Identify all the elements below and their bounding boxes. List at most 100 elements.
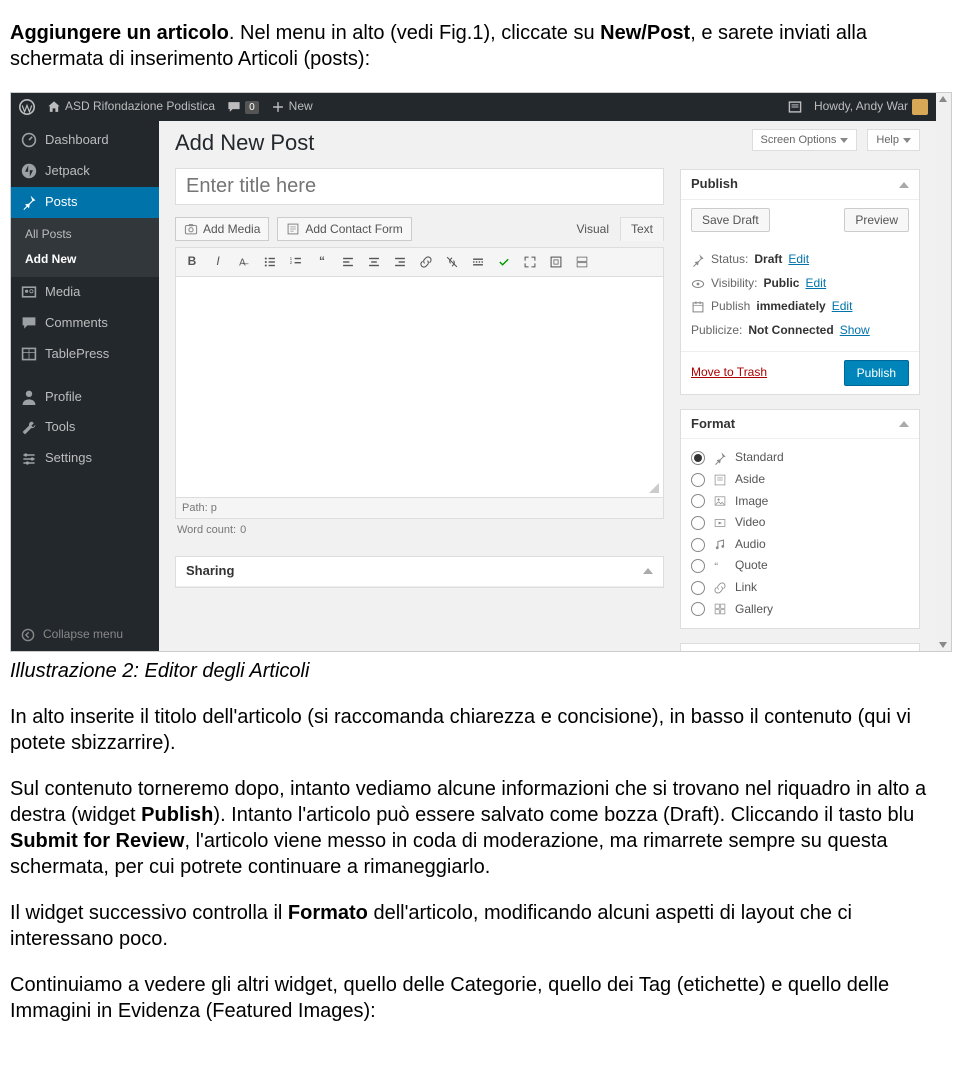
wp-screenshot: ASD Rifondazione Podistica 0 New Howdy, … bbox=[10, 92, 952, 652]
screen-options-button[interactable]: Screen Options bbox=[752, 129, 858, 151]
adminbar-site[interactable]: ASD Rifondazione Podistica bbox=[47, 99, 215, 115]
sidebar-item-jetpack[interactable]: Jetpack bbox=[11, 156, 159, 187]
sliders-icon bbox=[21, 451, 37, 467]
admin-sidebar: Dashboard Jetpack Posts All Posts Add Ne… bbox=[11, 121, 159, 651]
toolbar-kitchensink[interactable] bbox=[572, 252, 592, 272]
toolbar-fullscreen[interactable] bbox=[520, 252, 540, 272]
home-icon bbox=[47, 100, 61, 114]
format-image[interactable]: Image bbox=[691, 491, 909, 513]
jetpack-icon bbox=[21, 163, 37, 179]
toolbar-strike[interactable]: A̶ bbox=[234, 252, 254, 272]
expand-icon bbox=[549, 255, 563, 269]
sidebar-item-tablepress[interactable]: TablePress bbox=[11, 339, 159, 370]
editor-tab-visual[interactable]: Visual bbox=[566, 217, 620, 242]
sidebar-item-dashboard[interactable]: Dashboard bbox=[11, 125, 159, 156]
adminbar-howdy[interactable]: Howdy, Andy War bbox=[814, 99, 928, 115]
radio-icon bbox=[691, 581, 705, 595]
fullscreen-icon bbox=[523, 255, 537, 269]
help-button[interactable]: Help bbox=[867, 129, 920, 151]
categories-title: Categories bbox=[691, 650, 758, 651]
edit-publish-link[interactable]: Edit bbox=[832, 299, 853, 315]
collapse-icon bbox=[21, 628, 35, 642]
collapse-menu[interactable]: Collapse menu bbox=[11, 619, 159, 651]
toolbar-ol[interactable]: 12 bbox=[286, 252, 306, 272]
sidebar-item-posts[interactable]: Posts bbox=[11, 187, 159, 218]
publish-button[interactable]: Publish bbox=[844, 360, 909, 386]
comment-icon bbox=[227, 100, 241, 114]
format-gallery[interactable]: Gallery bbox=[691, 599, 909, 621]
adminbar-new[interactable]: New bbox=[271, 99, 313, 115]
format-link[interactable]: Link bbox=[691, 577, 909, 599]
pin-small-icon bbox=[713, 451, 727, 465]
editor-resize-handle[interactable] bbox=[649, 483, 659, 493]
submenu-add-new[interactable]: Add New bbox=[11, 247, 159, 273]
format-quote[interactable]: “Quote bbox=[691, 555, 909, 577]
toolbar-align-right[interactable] bbox=[390, 252, 410, 272]
editor-tab-text[interactable]: Text bbox=[620, 217, 664, 242]
toolbar-align-center[interactable] bbox=[364, 252, 384, 272]
radio-icon bbox=[691, 538, 705, 552]
editor-textarea[interactable] bbox=[175, 277, 664, 498]
post-title-input[interactable] bbox=[175, 168, 664, 205]
publish-metabox: Publish Save Draft Preview Status: Draft bbox=[680, 169, 920, 394]
format-title: Format bbox=[691, 416, 735, 433]
toolbar-bold[interactable]: B bbox=[182, 252, 202, 272]
add-media-button[interactable]: Add Media bbox=[175, 217, 269, 241]
browser-scrollbar[interactable] bbox=[935, 93, 951, 651]
plus-icon bbox=[271, 100, 285, 114]
pin-icon bbox=[21, 194, 37, 210]
sidebar-item-profile[interactable]: Profile bbox=[11, 382, 159, 413]
eye-icon bbox=[691, 277, 705, 291]
align-right-icon bbox=[393, 255, 407, 269]
sidebar-item-comments[interactable]: Comments bbox=[11, 308, 159, 339]
chevron-down-icon bbox=[840, 138, 848, 143]
format-metabox: Format Standard Aside Image Video Audio … bbox=[680, 409, 920, 630]
unlink-icon bbox=[445, 255, 459, 269]
body-p4: Continuiamo a vedere gli altri widget, q… bbox=[0, 972, 960, 1024]
submenu-all-posts[interactable]: All Posts bbox=[11, 222, 159, 248]
format-toggle[interactable] bbox=[899, 421, 909, 427]
toolbar-quote[interactable]: “ bbox=[312, 252, 332, 272]
toolbar-unlink[interactable] bbox=[442, 252, 462, 272]
path-label: Path: bbox=[182, 502, 208, 514]
strike-icon: A̶ bbox=[237, 255, 251, 269]
publish-toggle[interactable] bbox=[899, 182, 909, 188]
pin-small-icon bbox=[691, 253, 705, 267]
link-icon bbox=[419, 255, 433, 269]
posts-submenu: All Posts Add New bbox=[11, 218, 159, 277]
sharing-toggle[interactable] bbox=[643, 568, 653, 574]
add-contact-form-button[interactable]: Add Contact Form bbox=[277, 217, 411, 241]
intro-lead: Aggiungere un articolo bbox=[10, 22, 229, 44]
adminbar-reader-icon[interactable] bbox=[788, 100, 802, 114]
align-left-icon bbox=[341, 255, 355, 269]
toolbar-ul[interactable] bbox=[260, 252, 280, 272]
edit-visibility-link[interactable]: Edit bbox=[805, 276, 826, 292]
format-aside[interactable]: Aside bbox=[691, 469, 909, 491]
svg-text:“: “ bbox=[714, 561, 718, 573]
toolbar-italic[interactable]: I bbox=[208, 252, 228, 272]
user-icon bbox=[21, 389, 37, 405]
link-small-icon bbox=[713, 581, 727, 595]
toolbar-align-left[interactable] bbox=[338, 252, 358, 272]
edit-status-link[interactable]: Edit bbox=[788, 252, 809, 268]
sidebar-item-media[interactable]: Media bbox=[11, 277, 159, 308]
publicize-show-link[interactable]: Show bbox=[840, 323, 870, 339]
sidebar-item-settings[interactable]: Settings bbox=[11, 443, 159, 474]
wp-logo[interactable] bbox=[19, 99, 35, 115]
word-count-label: Word count: bbox=[177, 523, 236, 537]
format-audio[interactable]: Audio bbox=[691, 534, 909, 556]
sidebar-item-tools[interactable]: Tools bbox=[11, 412, 159, 443]
save-draft-button[interactable]: Save Draft bbox=[691, 208, 770, 232]
toolbar-more[interactable] bbox=[468, 252, 488, 272]
word-count-value: 0 bbox=[240, 523, 246, 537]
preview-button[interactable]: Preview bbox=[844, 208, 909, 232]
toolbar-link[interactable] bbox=[416, 252, 436, 272]
toolbar-distraction-free[interactable] bbox=[546, 252, 566, 272]
adminbar-comments[interactable]: 0 bbox=[227, 100, 259, 114]
move-to-trash-link[interactable]: Move to Trash bbox=[691, 365, 767, 381]
avatar bbox=[912, 99, 928, 115]
toolbar-spellcheck[interactable] bbox=[494, 252, 514, 272]
format-standard[interactable]: Standard bbox=[691, 447, 909, 469]
dashboard-icon bbox=[21, 132, 37, 148]
format-video[interactable]: Video bbox=[691, 512, 909, 534]
